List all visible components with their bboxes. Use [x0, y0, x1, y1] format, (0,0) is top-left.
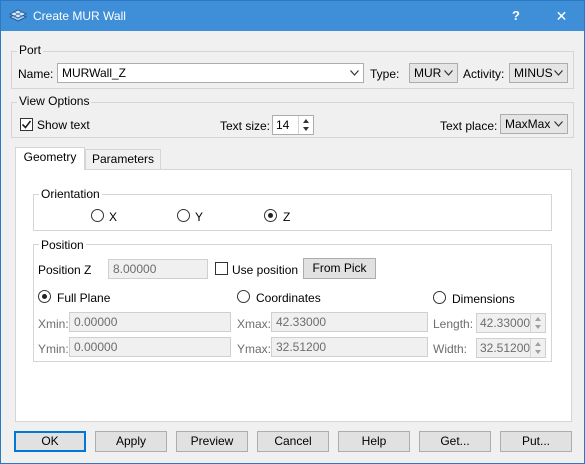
- ymin-label: Ymin:: [38, 342, 69, 356]
- type-value: MUR: [414, 66, 442, 80]
- text-place-value: MaxMax: [505, 117, 551, 131]
- ymin-field[interactable]: 0.00000: [69, 337, 231, 357]
- chevron-down-icon: [554, 121, 563, 127]
- xmin-value: 0.00000: [74, 315, 118, 329]
- close-button[interactable]: ✕: [539, 1, 584, 31]
- title-bar[interactable]: Create MUR Wall ? ✕: [1, 1, 584, 31]
- context-help-button[interactable]: ?: [501, 1, 531, 31]
- xmax-value: 42.33000: [276, 315, 327, 329]
- cancel-button[interactable]: Cancel: [257, 431, 329, 452]
- preview-button[interactable]: Preview: [176, 431, 248, 452]
- chevron-down-icon: [350, 70, 359, 76]
- show-text-label: Show text: [37, 118, 90, 132]
- apply-button[interactable]: Apply: [95, 431, 167, 452]
- orientation-group-title: Orientation: [39, 187, 102, 201]
- orientation-x-label: X: [109, 210, 118, 224]
- xmin-label: Xmin:: [38, 317, 69, 331]
- name-value: MURWall_Z: [62, 66, 127, 80]
- port-group-title: Port: [17, 43, 44, 57]
- chevron-down-icon: [444, 70, 453, 76]
- spin-arrows-icon[interactable]: [530, 339, 545, 357]
- position-group-title: Position: [39, 238, 86, 252]
- ok-button[interactable]: OK: [14, 431, 86, 452]
- help-button[interactable]: Help: [338, 431, 410, 452]
- full-plane-label: Full Plane: [57, 291, 111, 305]
- position-z-label: Position Z: [38, 263, 92, 277]
- type-combobox[interactable]: MUR: [409, 63, 458, 83]
- coordinates-radio[interactable]: [237, 290, 250, 303]
- width-value: 32.51200: [480, 341, 531, 355]
- xmax-field[interactable]: 42.33000: [271, 312, 428, 332]
- ymax-value: 32.51200: [276, 340, 327, 354]
- ymax-label: Ymax:: [237, 342, 272, 356]
- tab-geometry[interactable]: Geometry: [15, 147, 85, 170]
- activity-label: Activity:: [463, 67, 505, 81]
- view-options-group-title: View Options: [17, 94, 92, 108]
- xmin-field[interactable]: 0.00000: [69, 312, 231, 332]
- orientation-z-radio[interactable]: [264, 209, 277, 222]
- spin-arrows-icon[interactable]: [298, 116, 313, 134]
- checkmark-icon: [21, 120, 32, 129]
- dialog-title: Create MUR Wall: [33, 9, 126, 23]
- put-button[interactable]: Put...: [500, 431, 572, 452]
- tab-parameters[interactable]: Parameters: [85, 149, 161, 170]
- activity-combobox[interactable]: MINUS: [509, 63, 568, 83]
- width-label: Width:: [433, 342, 468, 356]
- activity-value: MINUS: [514, 66, 553, 80]
- create-mur-wall-dialog: Create MUR Wall ? ✕ Port Name: MURWall_Z…: [0, 0, 585, 464]
- ymin-value: 0.00000: [74, 340, 118, 354]
- name-combobox[interactable]: MURWall_Z: [57, 63, 364, 83]
- position-z-value: 8.00000: [113, 262, 157, 276]
- show-text-checkbox[interactable]: [20, 118, 33, 131]
- text-size-spinbox[interactable]: 14: [272, 115, 314, 135]
- orientation-y-label: Y: [195, 210, 204, 224]
- ymax-field[interactable]: 32.51200: [271, 337, 428, 357]
- wall-app-icon: [9, 9, 27, 22]
- xmax-label: Xmax:: [237, 317, 272, 331]
- get-button[interactable]: Get...: [419, 431, 491, 452]
- chevron-down-icon: [554, 70, 563, 76]
- length-label: Length:: [433, 317, 474, 331]
- dimensions-label: Dimensions: [452, 292, 515, 306]
- spin-arrows-icon[interactable]: [530, 314, 545, 332]
- type-label: Type:: [370, 67, 400, 81]
- width-spinbox[interactable]: 32.51200: [476, 338, 546, 358]
- coordinates-label: Coordinates: [256, 291, 321, 305]
- use-position-label: Use position: [232, 263, 299, 277]
- name-label: Name:: [18, 67, 54, 81]
- text-size-label: Text size:: [220, 119, 271, 133]
- text-place-combobox[interactable]: MaxMax: [500, 114, 568, 134]
- length-spinbox[interactable]: 42.33000: [476, 313, 546, 333]
- position-z-field[interactable]: 8.00000: [108, 259, 208, 279]
- text-place-label: Text place:: [440, 119, 498, 133]
- orientation-z-label: Z: [283, 210, 291, 224]
- dimensions-radio[interactable]: [433, 291, 446, 304]
- length-value: 42.33000: [480, 316, 531, 330]
- full-plane-radio[interactable]: [38, 290, 51, 303]
- from-pick-button[interactable]: From Pick: [303, 258, 376, 279]
- use-position-checkbox[interactable]: [215, 262, 228, 275]
- orientation-y-radio[interactable]: [177, 209, 190, 222]
- orientation-x-radio[interactable]: [91, 209, 104, 222]
- text-size-value: 14: [276, 118, 290, 132]
